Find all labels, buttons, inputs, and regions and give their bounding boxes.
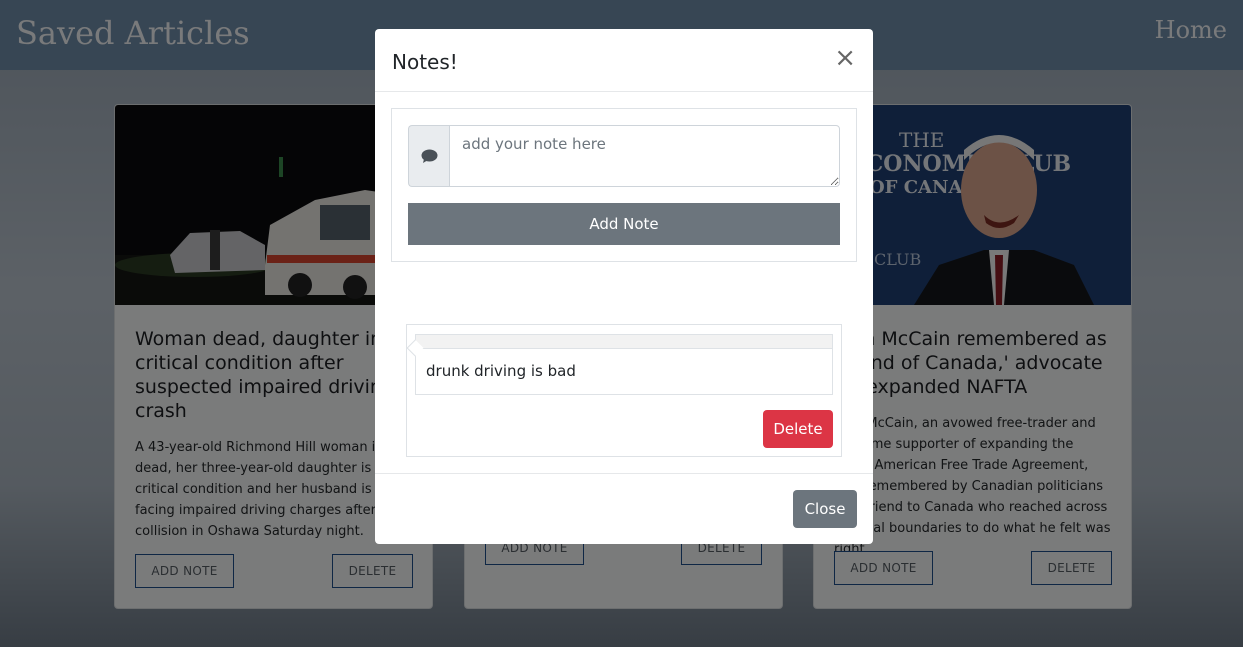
note-text: drunk driving is bad xyxy=(426,362,576,380)
note-item-header xyxy=(416,335,832,349)
note-textarea[interactable] xyxy=(449,125,840,187)
note-form: Add Note xyxy=(391,108,857,262)
close-button[interactable]: Close xyxy=(793,490,857,528)
close-icon[interactable]: × xyxy=(834,45,856,71)
add-note-submit-button[interactable]: Add Note xyxy=(408,203,840,245)
modal-header: Notes! × xyxy=(375,29,873,92)
comment-icon xyxy=(408,125,450,187)
delete-note-button[interactable]: Delete xyxy=(763,410,833,448)
modal-footer: Close xyxy=(375,473,873,544)
note-input-group xyxy=(408,125,840,187)
modal-title: Notes! xyxy=(392,50,458,74)
notes-modal: Notes! × Add Note drunk driving is bad D… xyxy=(375,29,873,544)
note-item: drunk driving is bad xyxy=(406,334,833,395)
notes-list: drunk driving is bad Delete xyxy=(406,324,842,457)
